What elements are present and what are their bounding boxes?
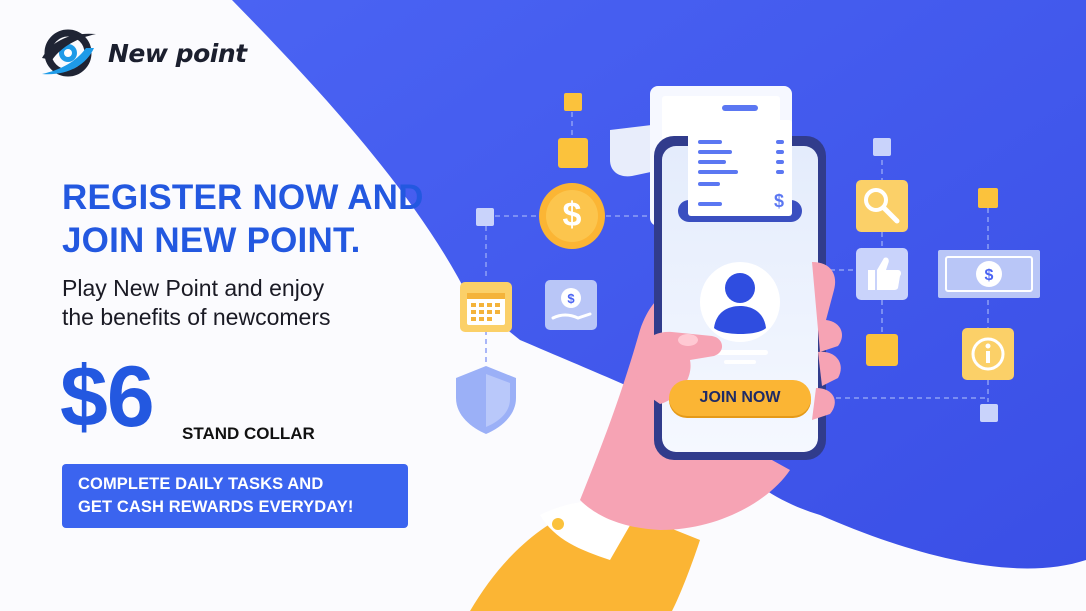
promo-banner: $ $ $ $ New point REGISTER NOW AND JOIN … <box>0 0 1086 611</box>
headline: REGISTER NOW AND JOIN NEW POINT. <box>62 176 482 262</box>
subheadline: Play New Point and enjoy the benefits of… <box>62 274 462 332</box>
subheadline-line-2: the benefits of newcomers <box>62 304 331 330</box>
new-point-logo-icon <box>42 29 96 77</box>
deco-square <box>873 138 891 156</box>
svg-text:$: $ <box>985 267 994 284</box>
headline-line-2: JOIN NEW POINT. <box>62 221 361 260</box>
name-placeholder-bar <box>724 360 756 364</box>
search-icon <box>856 180 908 232</box>
hand-coin-icon: $ <box>545 280 597 330</box>
avatar-icon <box>700 262 780 342</box>
deco-square <box>866 334 898 366</box>
rewards-banner: COMPLETE DAILY TASKS AND GET CASH REWARD… <box>62 464 408 528</box>
join-now-button[interactable]: JOIN NOW <box>669 380 811 416</box>
svg-text:$: $ <box>567 291 575 306</box>
receipt-dollar-symbol: $ <box>773 191 784 211</box>
deco-square <box>980 404 998 422</box>
headline-line-1: REGISTER NOW AND <box>62 178 424 217</box>
shield-icon <box>456 366 516 434</box>
offer-unit: STAND COLLAR <box>182 424 315 443</box>
cuff-button <box>552 518 564 530</box>
coin-dollar-symbol: $ <box>562 196 582 234</box>
calendar-icon <box>460 282 512 332</box>
deco-square <box>558 138 588 168</box>
logo: New point <box>38 26 247 80</box>
money-bill-icon: $ <box>938 250 1040 298</box>
subheadline-line-1: Play New Point and enjoy <box>62 275 325 301</box>
info-icon <box>962 328 1014 380</box>
rewards-banner-line-1: COMPLETE DAILY TASKS AND <box>78 475 324 493</box>
offer-amount: $6 <box>60 349 155 445</box>
rewards-banner-line-2: GET CASH REWARDS EVERYDAY! <box>78 498 354 516</box>
deco-square <box>978 188 998 208</box>
thumbnail <box>678 334 698 346</box>
thumbs-up-icon <box>856 248 908 300</box>
deco-square <box>564 93 582 111</box>
brand-name: New point <box>108 38 247 68</box>
